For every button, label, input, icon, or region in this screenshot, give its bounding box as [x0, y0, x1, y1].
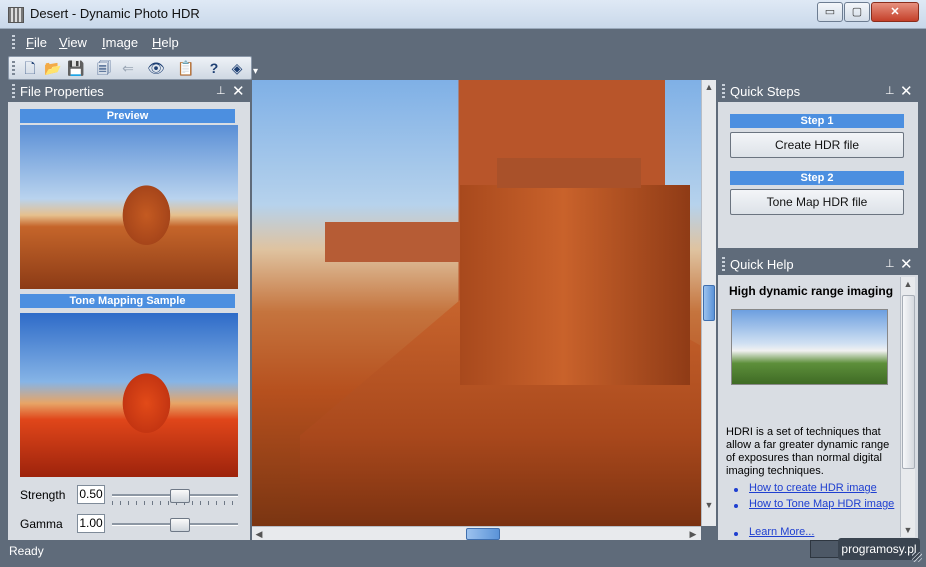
status-text: Ready	[9, 544, 44, 558]
maximize-button[interactable]: ▢	[844, 2, 870, 22]
menu-image[interactable]: Image	[102, 35, 138, 50]
bullet-icon	[734, 488, 738, 492]
help-heading: High dynamic range imaging	[729, 284, 894, 298]
step1-label: Step 1	[730, 114, 904, 128]
scroll-down-icon[interactable]: ▼	[901, 523, 915, 537]
create-hdr-button[interactable]: Create HDR file	[730, 132, 904, 158]
help-vertical-scrollbar[interactable]: ▲ ▼	[900, 277, 915, 537]
panel-grip[interactable]	[12, 84, 15, 98]
menu-grip[interactable]	[12, 35, 15, 49]
quick-steps-header: Quick Steps ⊥ ✕	[718, 80, 918, 102]
save-icon[interactable]: 💾	[67, 59, 85, 77]
menu-help[interactable]: Help	[152, 35, 179, 50]
help-scroll-thumb[interactable]	[902, 295, 915, 469]
link-learn-more[interactable]: Learn More...	[749, 526, 814, 538]
menu-view[interactable]: View	[59, 35, 87, 50]
scroll-right-icon[interactable]: ▶	[686, 527, 700, 541]
image-mesa	[460, 185, 690, 385]
gamma-label: Gamma	[20, 517, 63, 531]
close-window-button[interactable]: ✕	[871, 2, 919, 22]
help-body-text: HDRI is a set of techniques that allow a…	[726, 426, 890, 477]
tone-mapping-image	[20, 313, 238, 477]
resize-grip-icon[interactable]	[912, 552, 922, 562]
gamma-value[interactable]: 1.00	[77, 514, 105, 533]
toolbar: 🗋 📂 💾 🗐 ⇐ 👁 📋 ? ◈	[8, 56, 252, 80]
toolbar-grip[interactable]	[12, 61, 15, 75]
view-eye-icon[interactable]: 👁	[147, 59, 165, 77]
scroll-down-icon[interactable]: ▼	[702, 498, 716, 512]
watermark-logo: programosy.pl	[838, 538, 920, 560]
paste-clipboard-icon[interactable]: 📋	[177, 59, 195, 77]
tone-map-button[interactable]: Tone Map HDR file	[730, 189, 904, 215]
tone-mapping-label: Tone Mapping Sample	[20, 294, 235, 308]
link-tone-map[interactable]: How to Tone Map HDR image	[749, 498, 894, 510]
panel-grip[interactable]	[722, 84, 725, 98]
preview-label: Preview	[20, 109, 235, 123]
status-bar	[0, 540, 926, 567]
scroll-left-icon[interactable]: ◀	[252, 527, 266, 541]
eraser-icon[interactable]: ◈	[228, 59, 246, 77]
open-folder-icon[interactable]: 📂	[44, 59, 62, 77]
quick-help-panel: Quick Help ⊥ ✕ High dynamic range imagin…	[718, 253, 918, 540]
help-question-icon[interactable]: ?	[205, 59, 223, 77]
panel-title: Quick Help	[730, 257, 794, 272]
pin-icon[interactable]: ⊥	[885, 84, 895, 97]
pin-icon[interactable]: ⊥	[885, 257, 895, 270]
back-arrow-icon[interactable]: ⇐	[119, 59, 137, 77]
panel-title: Quick Steps	[730, 84, 801, 99]
image-mesa-top	[497, 158, 641, 188]
quick-steps-panel: Quick Steps ⊥ ✕ Step 1 Create HDR file S…	[718, 80, 918, 248]
close-icon[interactable]: ✕	[900, 255, 913, 273]
panel-grip[interactable]	[722, 257, 725, 271]
strength-value[interactable]: 0.50	[77, 485, 105, 504]
help-house-image	[731, 309, 888, 385]
minimize-button[interactable]: ▭	[817, 2, 843, 22]
bullet-icon	[734, 532, 738, 536]
image-butte	[325, 222, 460, 262]
panel-title: File Properties	[20, 84, 104, 99]
pin-icon[interactable]: ⊥	[216, 84, 226, 97]
file-properties-panel: File Properties ⊥ ✕ Preview Tone Mapping…	[8, 80, 250, 540]
viewer-vertical-scrollbar[interactable]: ▲ ▼	[701, 80, 716, 526]
window-title: Desert - Dynamic Photo HDR	[30, 6, 200, 21]
viewer-horizontal-scrollbar[interactable]: ◀ ▶	[252, 526, 701, 541]
status-indicator	[810, 540, 840, 558]
scroll-up-icon[interactable]: ▲	[901, 277, 915, 291]
menu-bar: File View Image Help	[8, 31, 918, 53]
strength-slider-thumb[interactable]	[170, 489, 190, 503]
toolbar-overflow-icon[interactable]: ▾	[253, 66, 258, 77]
file-properties-header: File Properties ⊥ ✕	[8, 80, 250, 102]
step2-label: Step 2	[730, 171, 904, 185]
viewer-vscroll-thumb[interactable]	[703, 285, 715, 321]
close-icon[interactable]: ✕	[900, 82, 913, 100]
app-icon	[8, 7, 24, 23]
scroll-up-icon[interactable]: ▲	[702, 80, 716, 94]
new-file-icon[interactable]: 🗋	[21, 59, 39, 77]
link-create-hdr[interactable]: How to create HDR image	[749, 482, 877, 494]
strength-label: Strength	[20, 488, 66, 502]
menu-file[interactable]: File	[26, 35, 47, 50]
viewer-hscroll-thumb[interactable]	[466, 528, 500, 540]
preview-image	[20, 125, 238, 289]
bullet-icon	[734, 504, 738, 508]
gamma-slider-thumb[interactable]	[170, 518, 190, 532]
quick-help-header: Quick Help ⊥ ✕	[718, 253, 918, 275]
save-as-icon[interactable]: 🗐	[95, 59, 113, 77]
close-icon[interactable]: ✕	[232, 82, 245, 100]
